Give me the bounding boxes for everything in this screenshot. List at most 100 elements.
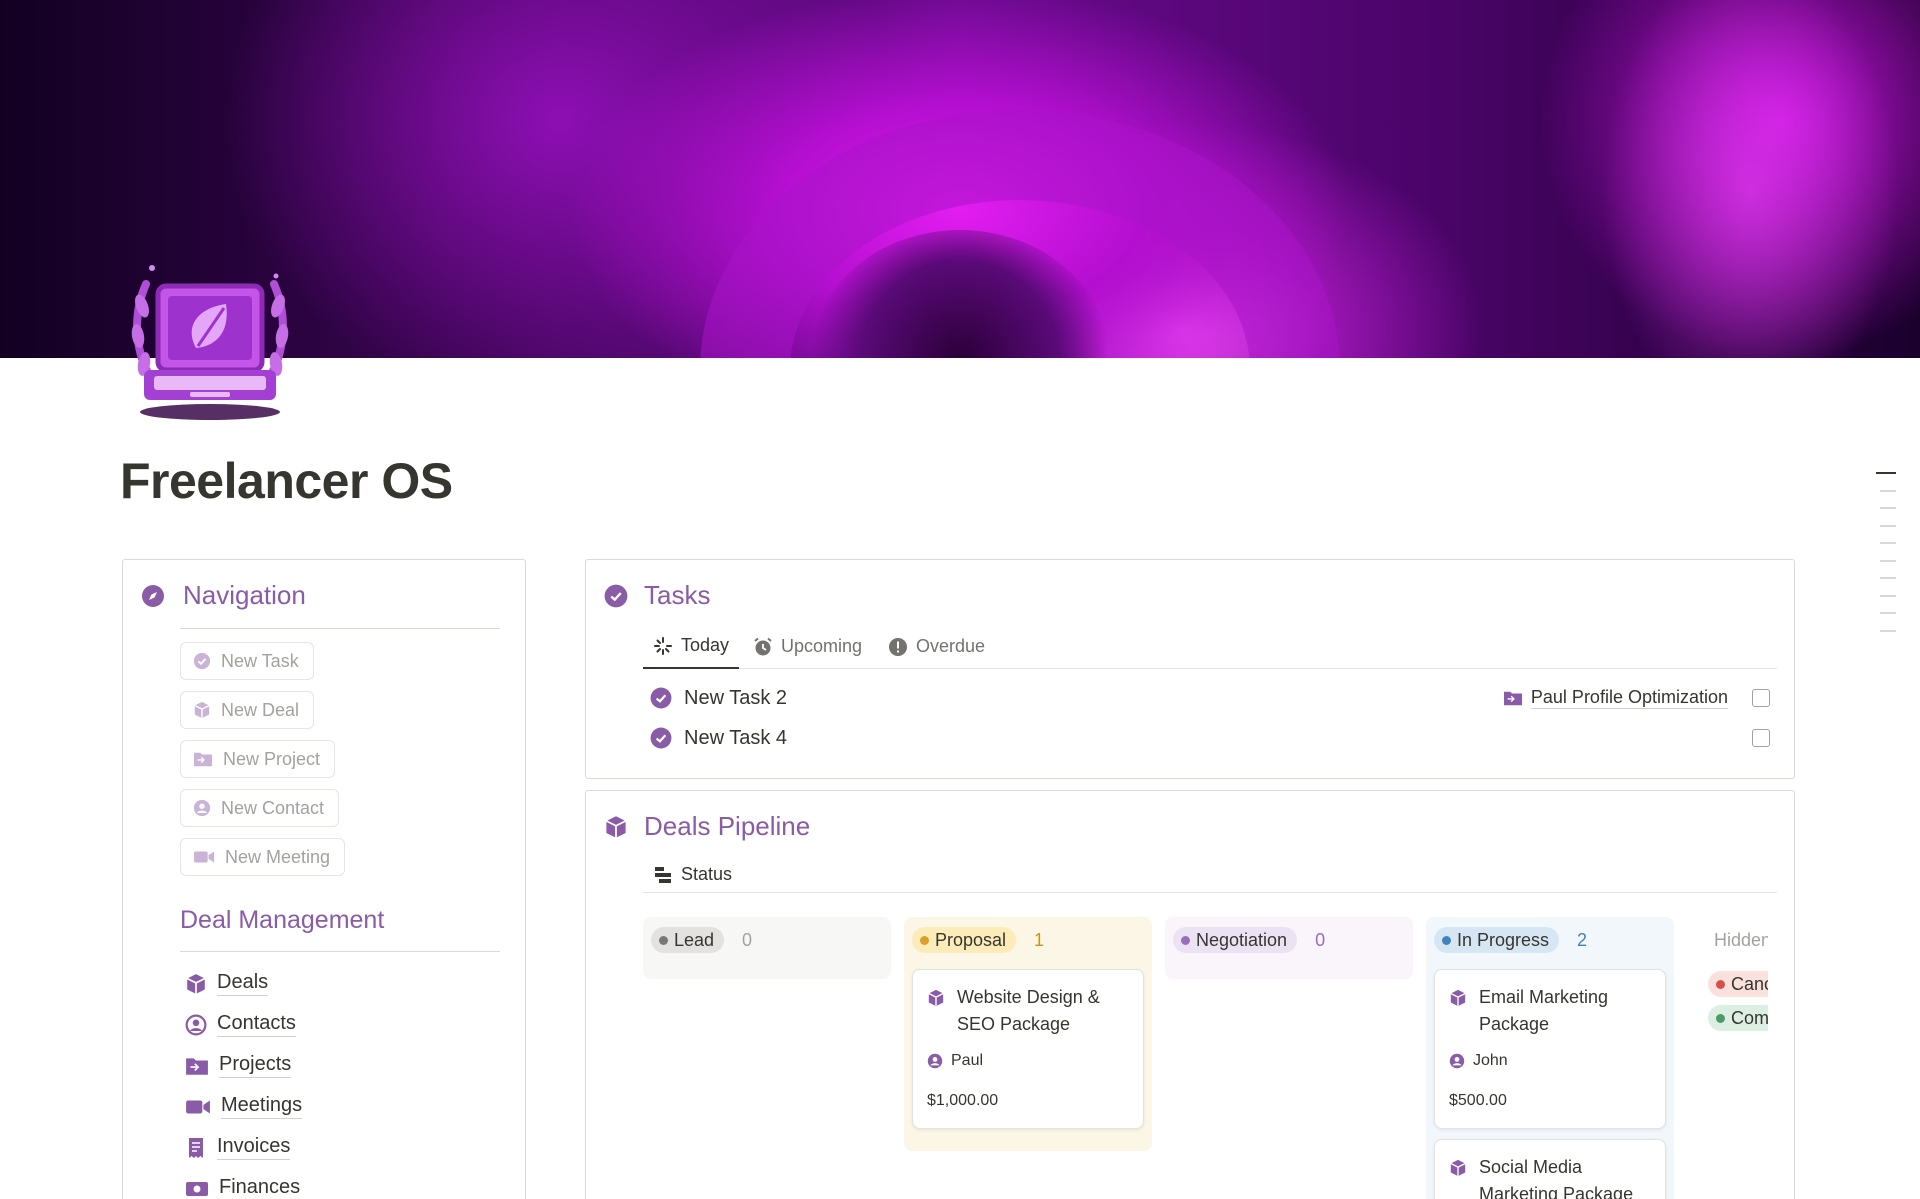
check-circle-icon [193, 652, 211, 670]
navigation-title: Navigation [183, 580, 306, 610]
new-meeting-label: New Meeting [225, 846, 331, 867]
column-count: 0 [742, 929, 753, 950]
task-project-link[interactable]: Paul Profile Optimization [1503, 687, 1728, 709]
invoices-link-label: Invoices [217, 1135, 291, 1160]
new-project-label: New Project [223, 748, 321, 769]
deal-contact[interactable]: Paul [927, 1052, 1129, 1070]
task-done-checkbox[interactable] [1752, 689, 1770, 707]
tab-today[interactable]: Today [643, 624, 740, 669]
cube-icon [194, 701, 210, 719]
navigation-header: Navigation [141, 580, 306, 611]
new-task-label: New Task [221, 650, 299, 671]
folder-icon [1503, 691, 1522, 706]
deal-title: Social Media Marketing Package [1479, 1157, 1634, 1199]
column-count: 1 [1034, 929, 1045, 950]
video-icon [193, 851, 215, 863]
new-project-button[interactable]: New Project [180, 740, 336, 778]
alarm-clock-icon [754, 637, 772, 655]
task-name[interactable]: New Task 2 [684, 687, 787, 710]
user-circle-icon [927, 1053, 943, 1069]
task-done-checkbox[interactable] [1752, 729, 1770, 747]
new-task-button[interactable]: New Task [180, 642, 314, 680]
alert-icon [889, 637, 907, 656]
tab-overdue-label: Overdue [916, 636, 986, 656]
deal-card[interactable]: Website Design & SEO Package Paul $1,000… [912, 969, 1144, 1129]
contacts-link-label: Contacts [217, 1012, 296, 1037]
cube-icon [928, 989, 944, 1007]
task-name[interactable]: New Task 4 [684, 727, 787, 750]
cube-icon [1450, 989, 1466, 1007]
meetings-link-label: Meetings [221, 1094, 303, 1119]
hidden-groups: Hidden Canceled Completed [1708, 917, 1768, 1031]
tasks-title: Tasks [644, 580, 711, 610]
status-badge[interactable]: Negotiation [1173, 927, 1298, 953]
tab-overdue[interactable]: Overdue [888, 624, 985, 669]
new-contact-label: New Contact [221, 797, 325, 818]
deal-title: Website Design & SEO Package [957, 987, 1100, 1034]
tab-upcoming[interactable]: Upcoming [753, 624, 862, 669]
video-icon [186, 1100, 210, 1113]
projects-link-label: Projects [219, 1053, 292, 1078]
group-by-label: Status [681, 864, 733, 884]
deals-title: Deals Pipeline [644, 811, 811, 841]
deal-management-title: Deal Management [180, 906, 385, 934]
user-circle-icon [193, 799, 211, 817]
board-column-proposal: Proposal 1 Website Design & SEO Package … [904, 917, 1152, 1151]
column-count: 2 [1577, 929, 1588, 950]
deal-card[interactable]: Social Media Marketing Package [1434, 1139, 1666, 1199]
navigation-callout: Navigation New Task New Deal New Project… [122, 559, 526, 1199]
status-badge[interactable]: Lead [651, 927, 725, 953]
deals-link-label: Deals [217, 971, 269, 996]
folder-icon [194, 752, 212, 767]
deals-header: Deals Pipeline [604, 811, 810, 842]
deal-contact[interactable]: John [1449, 1052, 1651, 1070]
new-deal-button[interactable]: New Deal [180, 691, 315, 729]
new-contact-button[interactable]: New Contact [180, 789, 340, 827]
check-circle-icon [604, 584, 628, 607]
table-of-contents[interactable] [1876, 472, 1896, 647]
deal-amount: $500.00 [1449, 1092, 1507, 1109]
tasks-callout: Tasks Today Upcoming Overdue New Task 2 … [585, 559, 1795, 779]
status-badge-completed[interactable]: Completed [1708, 1005, 1768, 1031]
new-meeting-button[interactable]: New Meeting [180, 838, 346, 876]
invoices-link[interactable]: Invoices [185, 1135, 291, 1160]
money-icon [186, 1181, 208, 1196]
status-badge-canceled[interactable]: Canceled [1708, 971, 1768, 997]
tasks-header: Tasks [604, 580, 710, 611]
columns-icon [655, 866, 671, 883]
user-circle-icon [1449, 1053, 1465, 1069]
board-column-negotiation: Negotiation 0 [1165, 917, 1413, 979]
check-circle-icon [650, 727, 672, 749]
board-group-by[interactable]: Status [643, 857, 1777, 893]
deal-management-header: Deal Management [180, 906, 384, 935]
finances-link[interactable]: Finances [185, 1176, 300, 1199]
column-count: 0 [1315, 929, 1326, 950]
deal-title: Email Marketing Package [1479, 987, 1609, 1034]
receipt-icon [189, 1137, 203, 1158]
page-title: Freelancer OS [120, 453, 453, 509]
folder-icon [186, 1057, 208, 1075]
deals-pipeline-callout: Deals Pipeline Status Lead 0 Proposal 1 … [585, 790, 1795, 1199]
user-circle-icon [185, 1014, 207, 1035]
deals-link[interactable]: Deals [185, 971, 269, 996]
task-project-label: Paul Profile Optimization [1530, 687, 1728, 709]
check-circle-icon [650, 687, 672, 709]
status-badge[interactable]: Proposal [912, 927, 1017, 953]
board-column-in-progress: In Progress 2 Email Marketing Package Jo… [1426, 917, 1674, 1199]
hidden-groups-label[interactable]: Hidden [1708, 917, 1768, 963]
cube-icon [605, 815, 627, 838]
finances-link-label: Finances [219, 1176, 300, 1199]
task-row[interactable]: New Task 4 [650, 720, 1770, 756]
cube-icon [1450, 1159, 1466, 1177]
sparkle-loader-icon [654, 636, 672, 655]
deal-card[interactable]: Email Marketing Package John $500.00 [1434, 969, 1666, 1129]
task-row[interactable]: New Task 2 Paul Profile Optimization [650, 680, 1770, 716]
projects-link[interactable]: Projects [185, 1053, 292, 1078]
new-deal-label: New Deal [221, 699, 300, 720]
status-badge[interactable]: In Progress [1434, 927, 1560, 953]
meetings-link[interactable]: Meetings [185, 1094, 303, 1119]
cube-icon [186, 973, 206, 994]
laptop-leaf-icon[interactable] [126, 226, 294, 426]
contacts-link[interactable]: Contacts [185, 1012, 296, 1037]
tasks-view-tabs: Today Upcoming Overdue [643, 624, 1777, 669]
